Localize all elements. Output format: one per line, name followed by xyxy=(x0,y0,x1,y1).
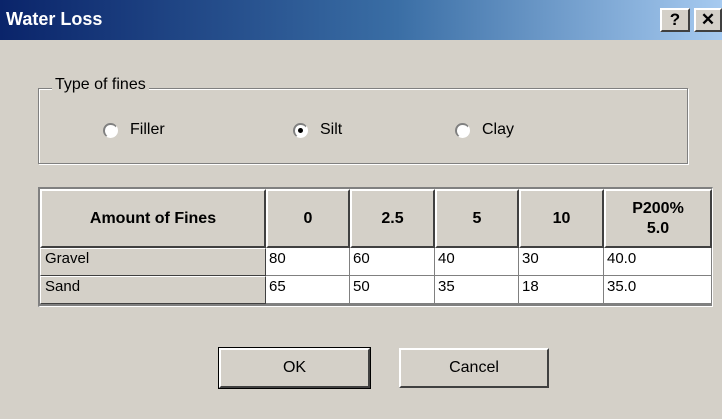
cell-sand-5[interactable]: 35 xyxy=(435,276,519,304)
close-icon: ✕ xyxy=(700,10,716,29)
title-bar[interactable]: Water Loss ? ✕ xyxy=(0,0,722,40)
radio-filler[interactable]: Filler xyxy=(103,121,165,139)
water-loss-dialog: Water Loss ? ✕ Type of fines Filler Silt… xyxy=(0,0,722,419)
radio-silt[interactable]: Silt xyxy=(293,121,342,139)
header-col-2-5: 2.5 xyxy=(350,189,435,248)
header-p200-line2: 5.0 xyxy=(646,219,670,237)
dialog-title: Water Loss xyxy=(6,9,103,29)
header-col-0: 0 xyxy=(266,189,350,248)
radio-clay[interactable]: Clay xyxy=(455,121,514,139)
cell-sand-0[interactable]: 65 xyxy=(266,276,350,304)
header-p200: P200% 5.0 xyxy=(604,189,712,248)
help-button[interactable]: ? xyxy=(660,8,690,32)
radio-silt-indicator[interactable] xyxy=(293,122,308,138)
cell-gravel-p200[interactable]: 40.0 xyxy=(604,248,712,276)
cell-sand-p200[interactable]: 35.0 xyxy=(604,276,712,304)
header-p200-line1: P200% xyxy=(632,199,684,217)
help-icon: ? xyxy=(669,10,681,29)
radio-filler-label: Filler xyxy=(130,121,165,138)
radio-clay-label: Clay xyxy=(482,121,515,138)
cell-sand-2-5[interactable]: 50 xyxy=(350,276,435,304)
close-button[interactable]: ✕ xyxy=(694,8,722,32)
row-label-sand: Sand xyxy=(40,276,266,304)
radio-clay-indicator[interactable] xyxy=(455,122,470,138)
cell-sand-10[interactable]: 18 xyxy=(519,276,604,304)
radio-filler-indicator[interactable] xyxy=(103,122,118,138)
water-loss-table: Amount of Fines 0 2.5 5 10 P200% 5.0 Gra… xyxy=(38,187,713,307)
header-amount-of-fines: Amount of Fines xyxy=(40,189,266,248)
row-label-gravel: Gravel xyxy=(40,248,266,276)
ok-button[interactable]: OK xyxy=(218,347,371,389)
cell-gravel-10[interactable]: 30 xyxy=(519,248,604,276)
cell-gravel-5[interactable]: 40 xyxy=(435,248,519,276)
cell-gravel-2-5[interactable]: 60 xyxy=(350,248,435,276)
radio-silt-label: Silt xyxy=(320,121,343,138)
header-col-5: 5 xyxy=(435,189,519,248)
cell-gravel-0[interactable]: 80 xyxy=(266,248,350,276)
cancel-button[interactable]: Cancel xyxy=(399,348,549,388)
type-of-fines-legend: Type of fines xyxy=(52,76,149,94)
header-col-10: 10 xyxy=(519,189,604,248)
